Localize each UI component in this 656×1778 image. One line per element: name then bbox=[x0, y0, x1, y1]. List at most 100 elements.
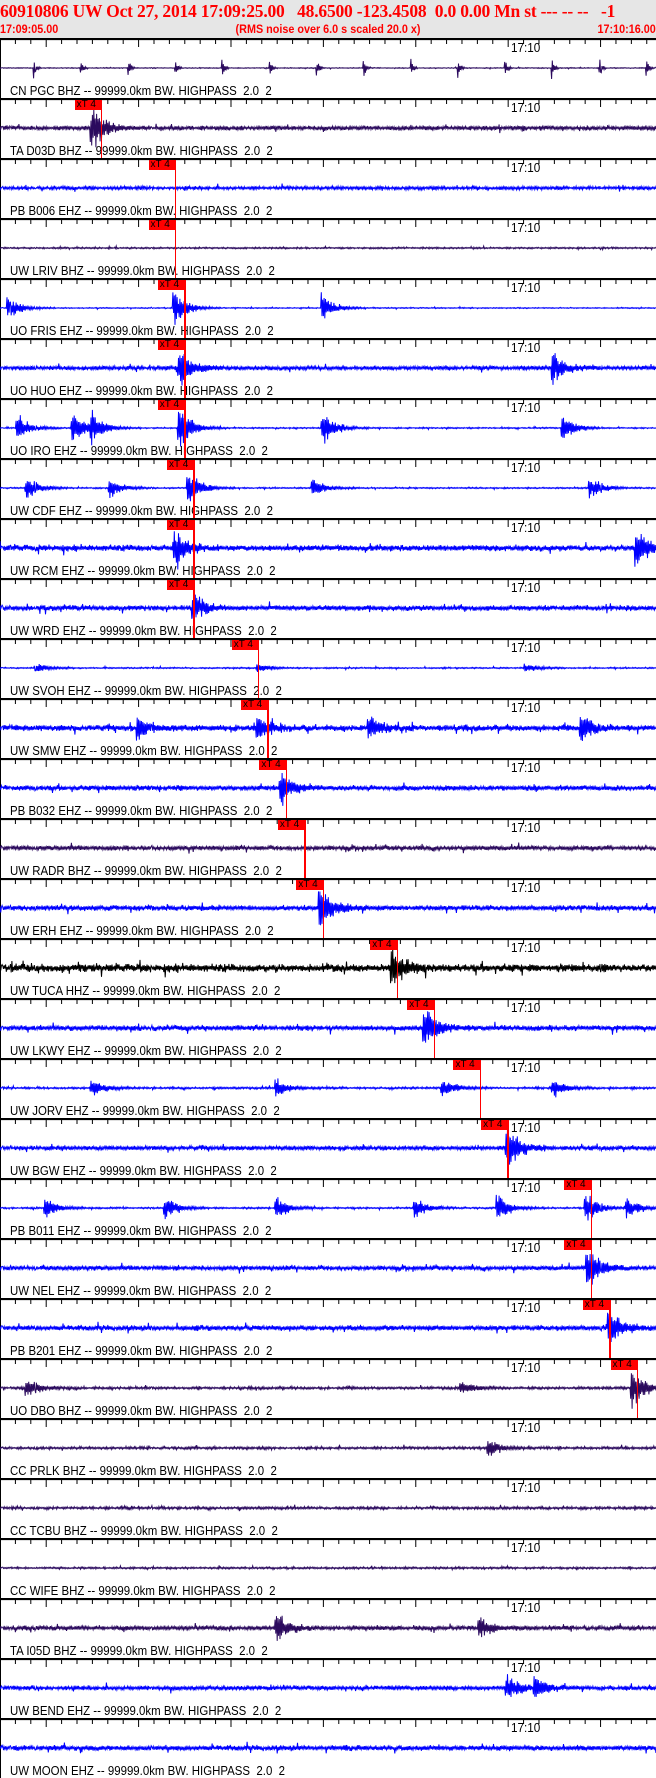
pick-marker[interactable]: xT 4 bbox=[582, 1300, 610, 1310]
minute-label: 17:10 bbox=[511, 700, 541, 715]
pick-marker[interactable]: xT 4 bbox=[167, 520, 195, 530]
event-header: 60910806 UW Oct 27, 2014 17:09:25.00 48.… bbox=[0, 0, 656, 38]
waveform bbox=[0, 663, 656, 673]
pick-marker[interactable]: xT 4 bbox=[157, 400, 185, 410]
waveform bbox=[0, 1503, 656, 1512]
trace-row: 17:10 UW NEL EHZ -- 99999.0km BW. HIGHPAS… bbox=[0, 1238, 656, 1298]
trace-row: 17:10 UW SVOH EHZ -- 99999.0km BW. HIGHPA… bbox=[0, 638, 656, 698]
minute-label: 17:10 bbox=[511, 280, 541, 295]
trace-row: 17:10 TA I05D BHZ -- 99999.0km BW. HIGHPA… bbox=[0, 1598, 656, 1658]
station-label: TA I05D BHZ -- 99999.0km BW. HIGHPASS 2.… bbox=[10, 1643, 268, 1658]
station-label: UW SVOH EHZ -- 99999.0km BW. HIGHPASS 2.… bbox=[10, 683, 282, 698]
trace-row: 17:10 UW ERH EHZ -- 99999.0km BW. HIGHPAS… bbox=[0, 878, 656, 938]
waveform bbox=[0, 477, 656, 502]
station-label: UW NEL EHZ -- 99999.0km BW. HIGHPASS 2.0… bbox=[10, 1283, 272, 1298]
pick-marker[interactable]: xT 4 bbox=[610, 1360, 638, 1370]
pick-marker[interactable]: xT 4 bbox=[370, 940, 398, 950]
waveform bbox=[0, 1441, 656, 1456]
station-label: CC PRLK BHZ -- 99999.0km BW. HIGHPASS 2.… bbox=[10, 1463, 277, 1478]
trace-row: 17:10 UO HUO EHZ -- 99999.0km BW. HIGHPAS… bbox=[0, 338, 656, 398]
station-label: PB B011 EHZ -- 99999.0km BW. HIGHPASS 2.… bbox=[10, 1223, 272, 1238]
waveform bbox=[0, 1741, 656, 1754]
station-label: UW RADR BHZ -- 99999.0km BW. HIGHPASS 2.… bbox=[10, 863, 282, 878]
minute-label: 17:10 bbox=[511, 1660, 541, 1675]
trace-row: 17:10 UW MOON EHZ -- 99999.0km BW. HIGHPA… bbox=[0, 1718, 656, 1778]
trace-row: 17:10 UW WRD EHZ -- 99999.0km BW. HIGHPAS… bbox=[0, 578, 656, 638]
pick-marker[interactable]: xT 4 bbox=[148, 220, 176, 230]
trace-row: 17:10 UW LRIV BHZ -- 99999.0km BW. HIGHPA… bbox=[0, 218, 656, 278]
waveform bbox=[0, 1194, 656, 1221]
station-label: TA D03D BHZ -- 99999.0km BW. HIGHPASS 2.… bbox=[10, 143, 273, 158]
waveform bbox=[0, 1615, 656, 1641]
trace-row: 17:10 CN PGC BHZ -- 99999.0km BW. HIGHPAS… bbox=[0, 38, 656, 98]
minute-label: 17:10 bbox=[511, 880, 541, 895]
pick-marker[interactable]: xT 4 bbox=[240, 700, 268, 710]
station-label: UW LRIV BHZ -- 99999.0km BW. HIGHPASS 2.… bbox=[10, 263, 275, 278]
minute-label: 17:10 bbox=[511, 640, 541, 655]
minute-label: 17:10 bbox=[511, 1600, 541, 1615]
pick-marker[interactable]: xT 4 bbox=[296, 880, 324, 890]
trace-row: 17:10 UW LKWY EHZ -- 99999.0km BW. HIGHPA… bbox=[0, 998, 656, 1058]
station-label: PB B006 EHZ -- 99999.0km BW. HIGHPASS 2.… bbox=[10, 203, 273, 218]
trace-row: 17:10 PB B011 EHZ -- 99999.0km BW. HIGHPA… bbox=[0, 1178, 656, 1238]
event-title: 60910806 UW Oct 27, 2014 17:09:25.00 48.… bbox=[0, 1, 616, 21]
minute-label: 17:10 bbox=[511, 1300, 541, 1315]
pick-marker[interactable]: xT 4 bbox=[277, 820, 305, 830]
station-label: CN PGC BHZ -- 99999.0km BW. HIGHPASS 2.0… bbox=[10, 83, 272, 98]
pick-marker[interactable]: xT 4 bbox=[157, 280, 185, 290]
minute-label: 17:10 bbox=[511, 1120, 541, 1135]
minute-label: 17:10 bbox=[511, 820, 541, 835]
waveform bbox=[0, 842, 656, 854]
pick-marker[interactable]: xT 4 bbox=[564, 1240, 592, 1250]
trace-row: 17:10 PB B201 EHZ -- 99999.0km BW. HIGHPA… bbox=[0, 1298, 656, 1358]
pick-marker[interactable]: xT 4 bbox=[231, 640, 259, 650]
minute-label: 17:10 bbox=[511, 460, 541, 475]
station-label: UO IRO EHZ -- 99999.0km BW. HIGHPASS 2.0… bbox=[10, 443, 268, 458]
minute-label: 17:10 bbox=[511, 1480, 541, 1495]
pick-marker[interactable]: xT 4 bbox=[453, 1060, 481, 1070]
minute-label: 17:10 bbox=[511, 1240, 541, 1255]
trace-row: 17:10 UW TUCA HHZ -- 99999.0km BW. HIGHPA… bbox=[0, 938, 656, 998]
pick-marker[interactable]: xT 4 bbox=[259, 760, 287, 770]
pick-marker[interactable]: xT 4 bbox=[564, 1180, 592, 1190]
waveform bbox=[0, 716, 656, 742]
minute-label: 17:10 bbox=[511, 400, 541, 415]
trace-row: 17:10 UW BGW EHZ -- 99999.0km BW. HIGHPAS… bbox=[0, 1118, 656, 1178]
pick-marker[interactable]: xT 4 bbox=[407, 1000, 435, 1010]
minute-label: 17:10 bbox=[511, 520, 541, 535]
end-time: 17:10:16.00 bbox=[597, 22, 656, 36]
trace-row: 17:10 UW CDF EHZ -- 99999.0km BW. HIGHPAS… bbox=[0, 458, 656, 518]
pick-marker[interactable]: xT 4 bbox=[167, 460, 195, 470]
trace-row: 17:10 UO DBO BHZ -- 99999.0km BW. HIGHPAS… bbox=[0, 1358, 656, 1418]
station-label: UW WRD EHZ -- 99999.0km BW. HIGHPASS 2.0… bbox=[10, 623, 277, 638]
waveform bbox=[0, 409, 656, 447]
waveform bbox=[0, 244, 656, 252]
trace-row: 17:10 UO IRO EHZ -- 99999.0km BW. HIGHPAS… bbox=[0, 398, 656, 458]
trace-row: 17:10 UW RADR BHZ -- 99999.0km BW. HIGHPA… bbox=[0, 818, 656, 878]
pick-marker[interactable]: xT 4 bbox=[74, 100, 102, 110]
waveform bbox=[0, 772, 656, 806]
station-label: CC TCBU BHZ -- 99999.0km BW. HIGHPASS 2.… bbox=[10, 1523, 278, 1538]
station-label: CC WIFE BHZ -- 99999.0km BW. HIGHPASS 2.… bbox=[10, 1583, 276, 1598]
waveform bbox=[0, 353, 656, 386]
minute-label: 17:10 bbox=[511, 40, 541, 55]
pick-marker[interactable]: xT 4 bbox=[167, 580, 195, 590]
trace-row: 17:10 UO FRIS EHZ -- 99999.0km BW. HIGHPA… bbox=[0, 278, 656, 338]
waveform bbox=[0, 1254, 656, 1285]
station-label: UW BGW EHZ -- 99999.0km BW. HIGHPASS 2.0… bbox=[10, 1163, 277, 1178]
station-label: UW SMW EHZ -- 99999.0km BW. HIGHPASS 2.0… bbox=[10, 743, 278, 758]
pick-marker[interactable]: xT 4 bbox=[148, 160, 176, 170]
station-label: UW BEND EHZ -- 99999.0km BW. HIGHPASS 2.… bbox=[10, 1703, 282, 1718]
waveform bbox=[0, 1563, 656, 1572]
minute-label: 17:10 bbox=[511, 1000, 541, 1015]
waveform bbox=[0, 292, 656, 325]
minute-label: 17:10 bbox=[511, 1060, 541, 1075]
trace-row: 17:10 UW SMW EHZ -- 99999.0km BW. HIGHPAS… bbox=[0, 698, 656, 758]
pick-marker[interactable]: xT 4 bbox=[481, 1120, 509, 1130]
minute-label: 17:10 bbox=[511, 1420, 541, 1435]
pick-marker[interactable]: xT 4 bbox=[157, 340, 185, 350]
station-label: UW LKWY EHZ -- 99999.0km BW. HIGHPASS 2.… bbox=[10, 1043, 282, 1058]
station-label: UW RCM EHZ -- 99999.0km BW. HIGHPASS 2.0… bbox=[10, 563, 276, 578]
minute-label: 17:10 bbox=[511, 340, 541, 355]
minute-label: 17:10 bbox=[511, 1540, 541, 1555]
